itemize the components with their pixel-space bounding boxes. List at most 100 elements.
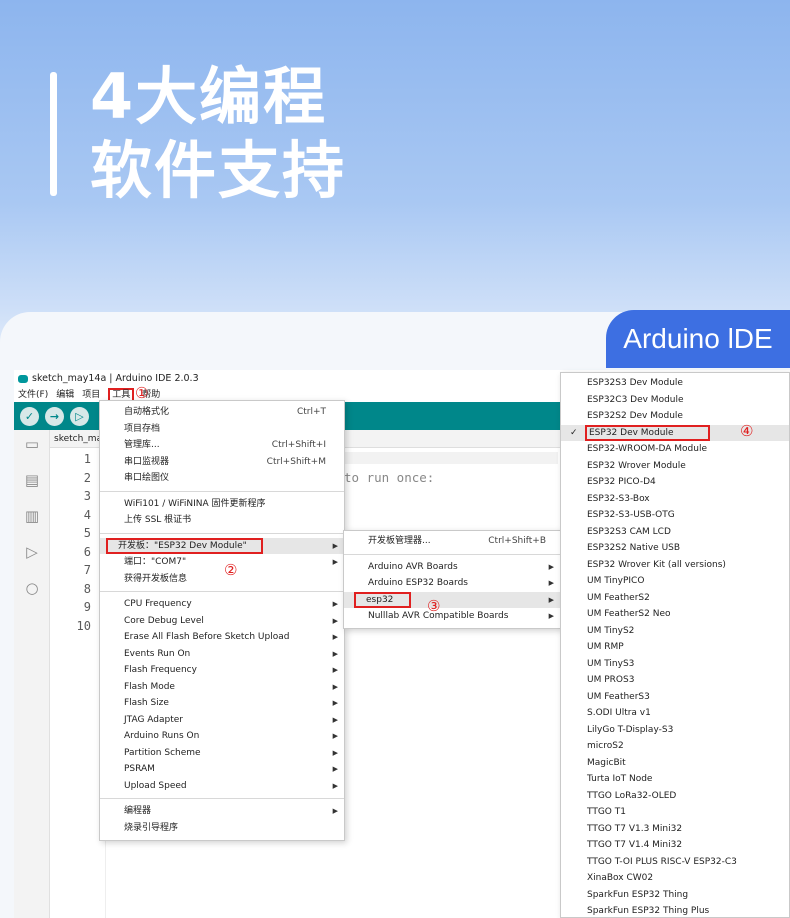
board-item-label: UM FeatherS2 Neo	[587, 609, 671, 619]
submenu-arrow-icon: ▶	[332, 682, 338, 691]
esp32-board-item[interactable]: TTGO T1	[561, 804, 789, 821]
esp32-board-item[interactable]: TTGO LoRa32-OLED	[561, 788, 789, 805]
menu-item-flash-frequency[interactable]: Flash Frequency ▶	[100, 662, 344, 679]
esp32-board-item[interactable]: ESP32 Wrover Kit (all versions)	[561, 557, 789, 574]
library-icon[interactable]: ▥	[23, 508, 41, 524]
menu-item-flash-mode[interactable]: Flash Mode ▶	[100, 679, 344, 696]
menu-item-label: 串口监视器	[124, 456, 170, 467]
esp32-board-item[interactable]: Turta IoT Node	[561, 771, 789, 788]
esp32-board-item[interactable]: XinaBox CW02	[561, 870, 789, 887]
board-item-label: UM TinyPICO	[587, 576, 645, 586]
step-mark-1: ①	[135, 384, 149, 402]
esp32-board-item[interactable]: ESP32-S3-Box	[561, 491, 789, 508]
menu-item-board-manager[interactable]: 开发板管理器... Ctrl+Shift+B	[344, 533, 560, 550]
submenu-arrow-icon: ▶	[332, 616, 338, 625]
esp32-board-item[interactable]: ESP32 Wrover Module	[561, 458, 789, 475]
menu-project[interactable]: 项目	[82, 388, 100, 402]
menu-item-upload-ssl[interactable]: 上传 SSL 根证书	[100, 512, 344, 529]
esp32-board-item[interactable]: UM FeatherS2 Neo	[561, 606, 789, 623]
esp32-board-item[interactable]: TTGO T7 V1.4 Mini32	[561, 837, 789, 854]
esp32-board-item[interactable]: MagicBit	[561, 755, 789, 772]
arduino-ide-badge: Arduino lDE	[606, 310, 790, 368]
upload-button[interactable]: →	[45, 406, 64, 426]
submenu-arrow-icon: ▶	[548, 562, 554, 571]
menu-item-label: 端口："COM7"	[124, 557, 187, 567]
esp32-board-item[interactable]: ESP32S2 Dev Module	[561, 408, 789, 425]
esp32-board-item[interactable]: UM TinyS2	[561, 623, 789, 640]
menu-item-flash-size[interactable]: Flash Size ▶	[100, 695, 344, 712]
verify-button[interactable]: ✓	[20, 406, 39, 426]
board-item-label: ESP32S2 Native USB	[587, 543, 681, 553]
menu-item-esp32[interactable]: esp32 ▶	[344, 591, 560, 608]
menu-item-upload-speed[interactable]: Upload Speed ▶	[100, 778, 344, 795]
board-item-label: XinaBox CW02	[587, 873, 654, 883]
menu-item-cpu-frequency[interactable]: CPU Frequency ▶	[100, 596, 344, 613]
line-gutter: 1 2 3 4 5 6 7 8 9 10	[50, 448, 106, 918]
menu-item-label: Arduino ESP32 Boards	[368, 578, 468, 588]
esp32-board-item[interactable]: UM FeatherS2	[561, 590, 789, 607]
menu-item-manage-libraries[interactable]: 管理库... Ctrl+Shift+I	[100, 437, 344, 454]
line-number: 2	[83, 470, 91, 485]
esp32-board-item[interactable]: ESP32S3 Dev Module	[561, 375, 789, 392]
debug-icon[interactable]: ▷	[23, 544, 41, 560]
submenu-arrow-icon: ▶	[332, 649, 338, 658]
line-number: 7	[83, 563, 91, 577]
esp32-board-item[interactable]: SparkFun ESP32 Thing	[561, 887, 789, 904]
menu-item-board[interactable]: 开发板："ESP32 Dev Module" ▶	[100, 537, 344, 554]
esp32-board-item[interactable]: ESP32S2 Native USB	[561, 540, 789, 557]
esp32-board-item[interactable]: UM PROS3	[561, 672, 789, 689]
esp32-board-item[interactable]: UM RMP	[561, 639, 789, 656]
esp32-board-item[interactable]: SparkFun ESP32 Thing Plus	[561, 903, 789, 917]
submenu-arrow-icon: ▶	[332, 666, 338, 674]
menu-item-label: WiFi101 / WiFiNINA 固件更新程序	[124, 498, 266, 509]
esp32-board-item[interactable]: UM TinyS3	[561, 656, 789, 673]
menu-item-arduino-avr-boards[interactable]: Arduino AVR Boards ▶	[344, 559, 560, 576]
menu-item-jtag-adapter[interactable]: JTAG Adapter ▶	[100, 712, 344, 729]
esp32-board-item[interactable]: UM TinyPICO	[561, 573, 789, 590]
esp32-highlight-box: esp32	[354, 591, 412, 608]
esp32-board-item[interactable]: ESP32-WROOM-DA Module	[561, 441, 789, 458]
menu-item-programmer[interactable]: 编程器 ▶	[100, 803, 344, 820]
menu-item-psram[interactable]: PSRAM ▶	[100, 761, 344, 778]
esp32-board-item[interactable]: ESP32S3 CAM LCD	[561, 524, 789, 541]
menu-item-port[interactable]: 端口："COM7" ▶	[100, 554, 344, 571]
search-icon[interactable]: ○	[23, 580, 41, 596]
menu-item-events-run-on[interactable]: Events Run On ▶	[100, 646, 344, 663]
esp32-board-item[interactable]: ✓ ESP32 Dev Module	[561, 424, 789, 441]
menu-item-arduino-runs-on[interactable]: Arduino Runs On ▶	[100, 728, 344, 745]
esp32-board-item[interactable]: microS2	[561, 738, 789, 755]
menu-item-burn-bootloader[interactable]: 烧录引导程序	[100, 820, 344, 837]
menu-item-erase-flash[interactable]: Erase All Flash Before Sketch Upload ▶	[100, 629, 344, 646]
menu-item-firmware-updater[interactable]: WiFi101 / WiFiNINA 固件更新程序	[100, 496, 344, 513]
esp32-board-item[interactable]: ESP32C3 Dev Module	[561, 392, 789, 409]
menu-item-auto-format[interactable]: 自动格式化 Ctrl+T	[100, 404, 344, 421]
esp32-board-item[interactable]: ESP32 PICO-D4	[561, 474, 789, 491]
menu-item-nulllab-avr[interactable]: Nulllab AVR Compatible Boards ▶	[344, 608, 560, 625]
submenu-arrow-icon: ▶	[332, 732, 338, 740]
esp32-board-item[interactable]: LilyGo T-Display-S3	[561, 722, 789, 739]
esp32-board-item[interactable]: UM FeatherS3	[561, 689, 789, 706]
debug-button[interactable]: ▷	[70, 406, 89, 426]
menu-item-serial-plotter[interactable]: 串口绘图仪	[100, 470, 344, 487]
menu-item-archive-sketch[interactable]: 项目存档	[100, 421, 344, 438]
submenu-arrow-icon: ▶	[332, 541, 338, 550]
esp32-board-item[interactable]: S.ODI Ultra v1	[561, 705, 789, 722]
esp32-board-item[interactable]: ESP32-S3-USB-OTG	[561, 507, 789, 524]
esp32-board-item[interactable]: TTGO T-OI PLUS RISC-V ESP32-C3	[561, 854, 789, 871]
folder-icon[interactable]: ▭	[23, 436, 41, 452]
menu-item-board-info[interactable]: 获得开发板信息	[100, 571, 344, 588]
menu-item-partition-scheme[interactable]: Partition Scheme ▶	[100, 745, 344, 762]
menu-item-serial-monitor[interactable]: 串口监视器 Ctrl+Shift+M	[100, 454, 344, 471]
board-item-label: S.ODI Ultra v1	[587, 708, 651, 718]
board-item-label: ESP32S2 Dev Module	[587, 411, 683, 421]
menu-file[interactable]: 文件(F)	[18, 388, 48, 402]
board-manager-icon[interactable]: ▤	[23, 472, 41, 488]
board-item-label: TTGO T7 V1.3 Mini32	[587, 823, 683, 834]
board-item-label: ESP32-WROOM-DA Module	[587, 444, 708, 454]
submenu-arrow-icon: ▶	[548, 595, 554, 604]
menu-edit[interactable]: 编辑	[56, 388, 74, 402]
esp32-board-item[interactable]: TTGO T7 V1.3 Mini32	[561, 821, 789, 838]
menu-item-core-debug-level[interactable]: Core Debug Level ▶	[100, 613, 344, 630]
board-item-label: TTGO LoRa32-OLED	[587, 790, 677, 801]
menu-item-arduino-esp32-boards[interactable]: Arduino ESP32 Boards ▶	[344, 575, 560, 592]
